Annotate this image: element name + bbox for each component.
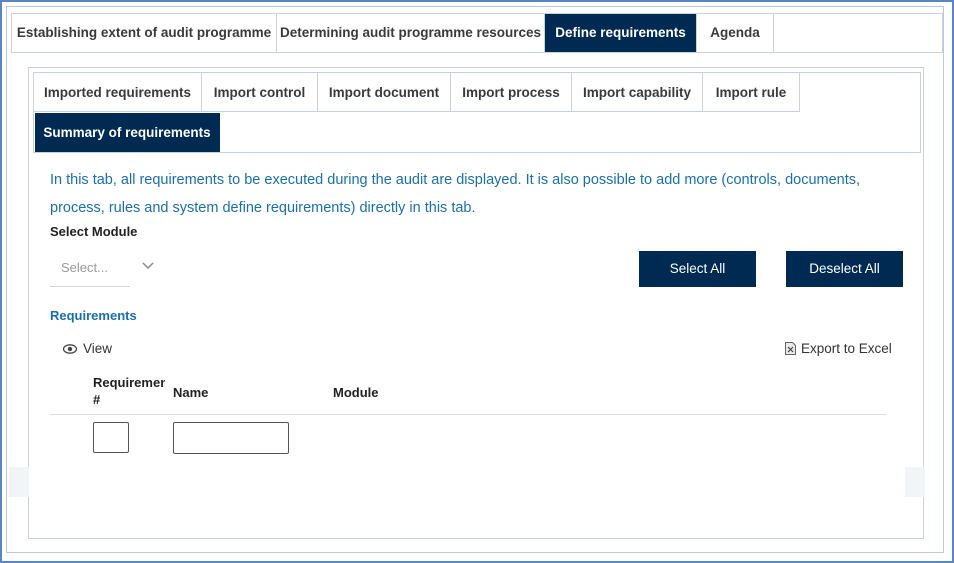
tab-agenda[interactable]: Agenda (697, 14, 774, 52)
view-button[interactable]: View (63, 341, 112, 356)
name-filter-input[interactable] (173, 422, 289, 454)
subtab-import-document[interactable]: Import document (318, 73, 451, 112)
select-all-button[interactable]: Select All (639, 251, 756, 287)
tab-define-requirements[interactable]: Define requirements (545, 14, 697, 52)
requirement-filter-input[interactable] (93, 422, 129, 453)
column-header-name[interactable]: Name (173, 384, 208, 401)
export-label: Export to Excel (801, 341, 892, 356)
subtab-import-process[interactable]: Import process (451, 73, 572, 112)
select-module-label: Select Module (50, 224, 138, 239)
subtab-import-rule[interactable]: Import rule (703, 73, 800, 112)
chevron-down-icon[interactable] (140, 258, 156, 274)
excel-icon (785, 342, 796, 355)
eye-icon (63, 343, 77, 354)
deselect-all-button[interactable]: Deselect All (786, 251, 903, 287)
scroll-right-handle[interactable] (905, 467, 925, 497)
tab-establishing-extent[interactable]: Establishing extent of audit programme (12, 14, 277, 52)
column-header-module[interactable]: Module (333, 384, 379, 401)
module-select[interactable]: Select... (50, 252, 130, 287)
sub-tab-bar: Imported requirements Import control Imp… (33, 72, 921, 153)
tab-determining-resources[interactable]: Determining audit programme resources (277, 14, 545, 52)
subtab-import-control[interactable]: Import control (202, 73, 318, 112)
subtab-imported-requirements[interactable]: Imported requirements (34, 73, 202, 112)
module-select-placeholder: Select... (61, 260, 108, 275)
tab-description: In this tab, all requirements to be exec… (50, 172, 861, 216)
view-label: View (83, 341, 113, 356)
top-tab-bar: Establishing extent of audit programme D… (11, 13, 943, 53)
scroll-left-handle[interactable] (9, 467, 29, 497)
subtab-import-capability[interactable]: Import capability (572, 73, 703, 112)
table-header-divider (50, 414, 886, 415)
requirements-heading: Requirements (50, 308, 137, 323)
column-header-requirement[interactable]: Requirement # (93, 374, 165, 408)
subtab-summary-of-requirements[interactable]: Summary of requirements (35, 113, 220, 152)
export-to-excel-button[interactable]: Export to Excel (785, 341, 892, 356)
